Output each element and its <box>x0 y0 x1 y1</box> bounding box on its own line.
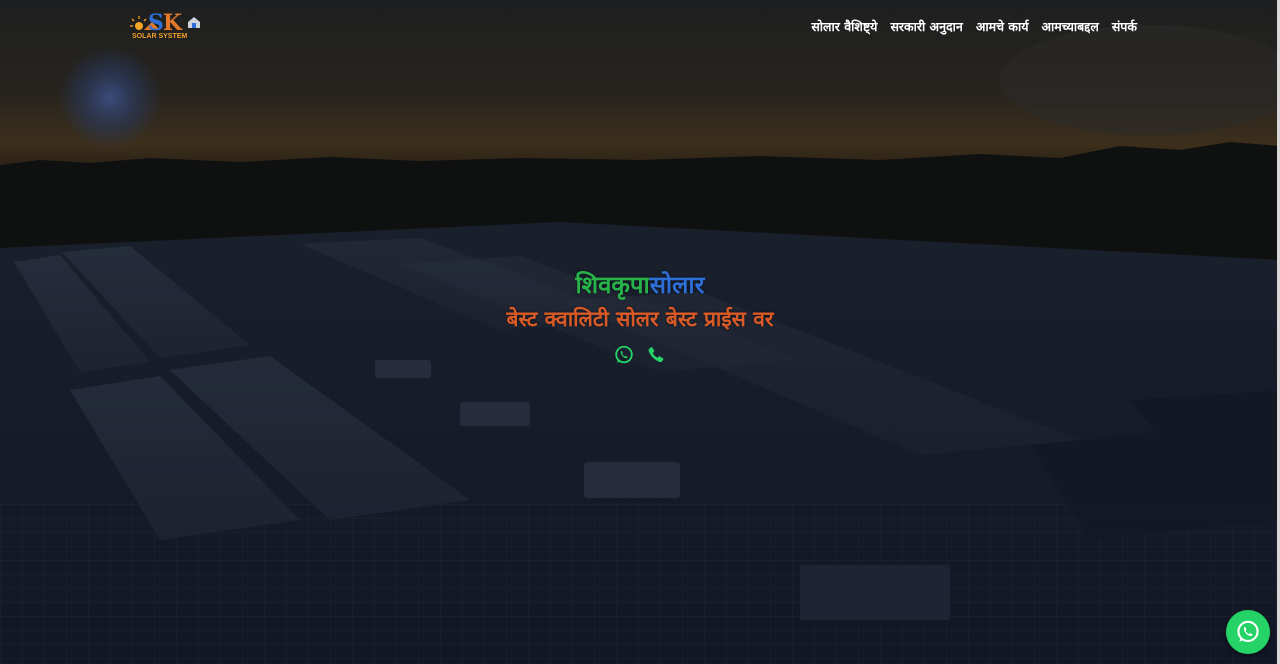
landing-page: SK SOLAR SYSTEM सोलार वैशिष्ट्ये सरकारी … <box>0 0 1280 664</box>
nav-item-contact[interactable]: संपर्क <box>1112 18 1137 35</box>
nav-item-solar-features[interactable]: सोलार वैशिष्ट्ये <box>811 18 877 35</box>
whatsapp-icon <box>615 345 633 364</box>
hero-title-part1: शिवकृपा <box>575 271 650 299</box>
nav-menu: सोलार वैशिष्ट्ये सरकारी अनुदान आमचे कार्… <box>811 18 1137 35</box>
whatsapp-icon <box>1237 620 1259 643</box>
hero-title: शिवकृपासोलार <box>0 268 1280 302</box>
site-logo[interactable]: SK SOLAR SYSTEM <box>130 10 208 44</box>
nav-item-our-work[interactable]: आमचे कार्य <box>976 18 1029 35</box>
hero-contact-icons <box>0 344 1280 366</box>
logo-subtitle: SOLAR SYSTEM <box>132 33 188 40</box>
top-navbar: SK SOLAR SYSTEM सोलार वैशिष्ट्ये सरकारी … <box>0 0 1280 56</box>
whatsapp-link[interactable] <box>613 344 635 366</box>
nav-item-about-us[interactable]: आमच्याबद्दल <box>1041 18 1098 35</box>
hero-title-part2: सोलार <box>649 271 705 299</box>
hero-section: शिवकृपासोलार बेस्ट क्वालिटी सोलर बेस्ट प… <box>0 268 1280 366</box>
floating-whatsapp-button[interactable] <box>1226 610 1270 654</box>
phone-icon <box>648 347 664 363</box>
phone-link[interactable] <box>645 344 667 366</box>
nav-item-government-subsidy[interactable]: सरकारी अनुदान <box>890 18 962 35</box>
hero-tagline: बेस्ट क्वालिटी सोलर बेस्ट प्राईस वर <box>506 307 774 331</box>
